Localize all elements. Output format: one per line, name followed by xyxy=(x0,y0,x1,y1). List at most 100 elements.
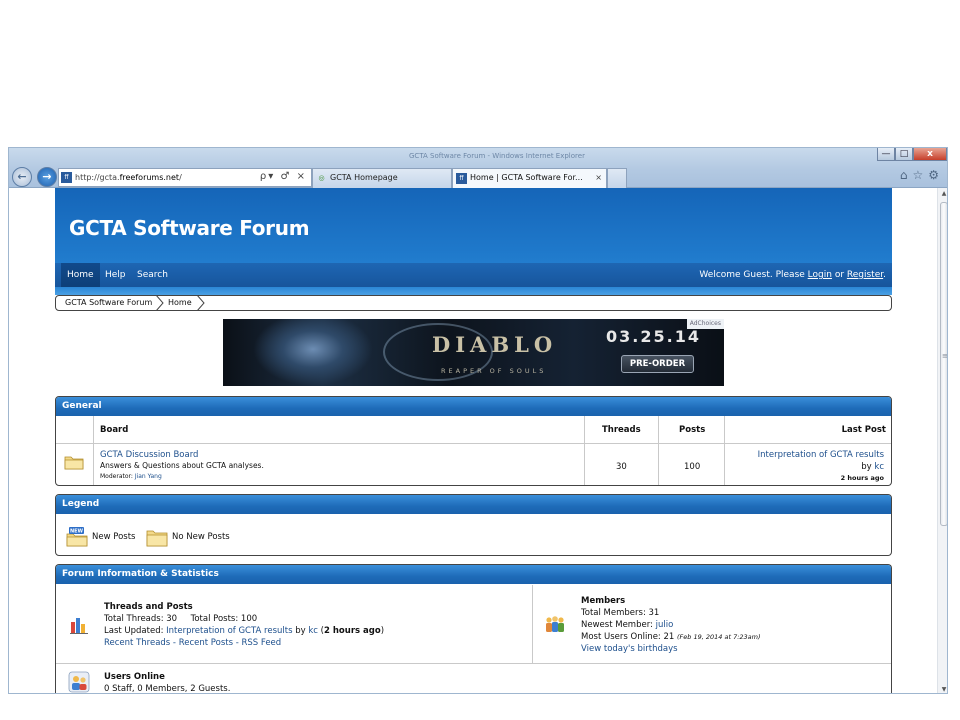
table-header: Board Threads Posts Last Post xyxy=(56,416,891,444)
birthdays-link[interactable]: View today's birthdays xyxy=(581,643,761,655)
scroll-up-icon[interactable]: ▲ xyxy=(938,190,947,197)
moderator-link[interactable]: Jian Yang xyxy=(135,473,162,480)
last-post-time: 2 hours ago xyxy=(840,474,884,482)
scrollbar-thumb[interactable]: ≡ xyxy=(940,202,948,526)
newest-member-label: Newest Member: xyxy=(581,620,656,630)
threads-posts-title: Threads and Posts xyxy=(104,602,193,612)
board-post-count: 100 xyxy=(684,462,701,472)
page-favicon-icon: ◎ xyxy=(318,174,325,182)
browser-titlebar: GCTA Software Forum - Windows Internet E… xyxy=(9,148,947,188)
back-button[interactable]: ← xyxy=(12,167,32,187)
last-post-link[interactable]: Interpretation of GCTA results xyxy=(758,450,884,460)
users-online-stats: Users Online 0 Staff, 0 Members, 2 Guest… xyxy=(104,671,231,694)
board-description: Answers & Questions about GCTA analyses. xyxy=(100,461,264,470)
forum-header: GCTA Software Forum Home Help Search Wel… xyxy=(55,188,892,295)
last-updated-user-link[interactable]: kc xyxy=(308,626,318,636)
nav-underline xyxy=(55,287,892,295)
paren-close: ) xyxy=(380,626,385,636)
ad-preorder-button[interactable]: PRE-ORDER xyxy=(621,355,694,373)
banner-artwork xyxy=(253,319,373,386)
board-table: Board Threads Posts Last Post GCTA Discu… xyxy=(56,416,891,485)
last-updated-link[interactable]: Interpretation of GCTA results xyxy=(166,626,292,636)
scroll-down-icon[interactable]: ▼ xyxy=(938,686,947,693)
breadcrumb-home[interactable]: Home xyxy=(168,296,192,310)
login-link[interactable]: Login xyxy=(808,270,832,280)
address-url[interactable]: http://gcta.freeforums.net/ xyxy=(75,173,182,182)
forward-button[interactable]: → xyxy=(37,167,57,187)
window-title: GCTA Software Forum - Windows Internet E… xyxy=(409,152,585,160)
by-label: by xyxy=(861,462,875,472)
breadcrumb-forum[interactable]: GCTA Software Forum xyxy=(65,296,152,310)
last-updated-time: 2 hours ago xyxy=(324,626,381,636)
column-divider xyxy=(532,585,533,663)
minimize-button[interactable]: — xyxy=(877,148,895,161)
folder-icon xyxy=(146,530,168,547)
chevron-right-icon xyxy=(196,295,205,311)
browser-tools[interactable]: ⌂☆⚙ xyxy=(900,168,944,182)
board-link[interactable]: GCTA Discussion Board xyxy=(100,450,198,460)
panel-heading: Forum Information & Statistics xyxy=(56,565,891,584)
forum-info-panel: Forum Information & Statistics Threads a… xyxy=(55,564,892,694)
last-post-author: by kc xyxy=(861,462,884,472)
legend-panel: Legend NEW New Posts No New Posts xyxy=(55,494,892,556)
home-favorites-settings-icons[interactable]: ⌂☆⚙ xyxy=(900,168,944,182)
most-online-label: Most Users Online: 21 xyxy=(581,632,678,642)
board-thread-count: 30 xyxy=(616,462,627,472)
row-divider xyxy=(56,663,891,664)
address-bar[interactable]: ff http://gcta.freeforums.net/ ρ▾ ♂ × xyxy=(58,168,312,187)
close-window-button[interactable]: x xyxy=(913,148,947,161)
threads-posts-stats: Threads and Posts Total Threads: 30 Tota… xyxy=(104,601,384,649)
recent-posts-link[interactable]: Recent Posts xyxy=(179,638,233,648)
tab-label: Home | GCTA Software For... xyxy=(470,173,583,182)
total-members: Total Members: 31 xyxy=(581,608,660,618)
most-online-date: (Feb 19, 2014 at 7:23am) xyxy=(677,633,761,641)
by-label: by xyxy=(292,626,309,636)
ad-date: 03.25.14 xyxy=(606,327,701,346)
folder-icon xyxy=(64,456,84,470)
adchoices-link[interactable]: AdChoices xyxy=(686,319,724,329)
last-post-user-link[interactable]: kc xyxy=(874,462,884,472)
panel-heading: General xyxy=(56,397,891,416)
address-controls[interactable]: ρ▾ ♂ × xyxy=(260,171,307,182)
tab-forum-home[interactable]: ff Home | GCTA Software For... × xyxy=(452,168,607,188)
tab-gcta-homepage[interactable]: ◎ GCTA Homepage xyxy=(312,168,452,188)
chevron-right-icon xyxy=(155,295,164,311)
forum-nav: Home Help Search Welcome Guest. Please L… xyxy=(55,263,892,287)
members-title: Members xyxy=(581,596,626,606)
vertical-scrollbar[interactable]: ▲ ≡ ▼ xyxy=(937,188,948,693)
register-link[interactable]: Register xyxy=(847,270,883,280)
users-online-summary: 0 Staff, 0 Members, 2 Guests. xyxy=(104,684,231,694)
nav-help[interactable]: Help xyxy=(99,263,132,287)
column-divider xyxy=(93,416,94,485)
welcome-text: Welcome Guest. Please xyxy=(699,270,808,280)
users-online-title: Users Online xyxy=(104,672,165,682)
url-prefix: http://gcta. xyxy=(75,173,120,182)
recent-links: Recent Threads - Recent Posts - RSS Feed xyxy=(104,637,384,649)
forum-title[interactable]: GCTA Software Forum xyxy=(69,216,310,240)
nav-search[interactable]: Search xyxy=(131,263,174,287)
column-board: Board xyxy=(100,425,129,435)
welcome-message: Welcome Guest. Please Login or Register. xyxy=(699,263,886,287)
arrow-left-icon: ← xyxy=(17,170,27,183)
maximize-button[interactable]: □ xyxy=(895,148,913,161)
ad-banner[interactable]: DIABLO REAPER OF SOULS 03.25.14 PRE-ORDE… xyxy=(223,319,724,386)
rss-feed-link[interactable]: RSS Feed xyxy=(242,638,282,648)
ad-game-title: DIABLO xyxy=(432,332,558,357)
url-domain: freeforums.net xyxy=(119,173,180,182)
column-divider xyxy=(658,416,659,485)
arrow-right-icon: → xyxy=(42,170,52,183)
grip-icon: ≡ xyxy=(942,352,948,360)
search-refresh-stop-icons[interactable]: ρ▾ ♂ × xyxy=(260,171,307,182)
nav-home[interactable]: Home xyxy=(61,263,100,287)
new-tab-button[interactable] xyxy=(607,168,627,188)
link-separator: - xyxy=(233,638,242,648)
newest-member-link[interactable]: julio xyxy=(656,620,674,630)
recent-threads-link[interactable]: Recent Threads xyxy=(104,638,170,648)
url-suffix: / xyxy=(179,173,182,182)
folder-new-icon: NEW xyxy=(66,527,88,547)
close-tab-icon[interactable]: × xyxy=(595,169,602,187)
legend-new-posts: New Posts xyxy=(92,532,136,542)
column-last-post: Last Post xyxy=(841,425,886,435)
new-badge: NEW xyxy=(70,529,84,535)
welcome-or: or xyxy=(831,270,847,280)
